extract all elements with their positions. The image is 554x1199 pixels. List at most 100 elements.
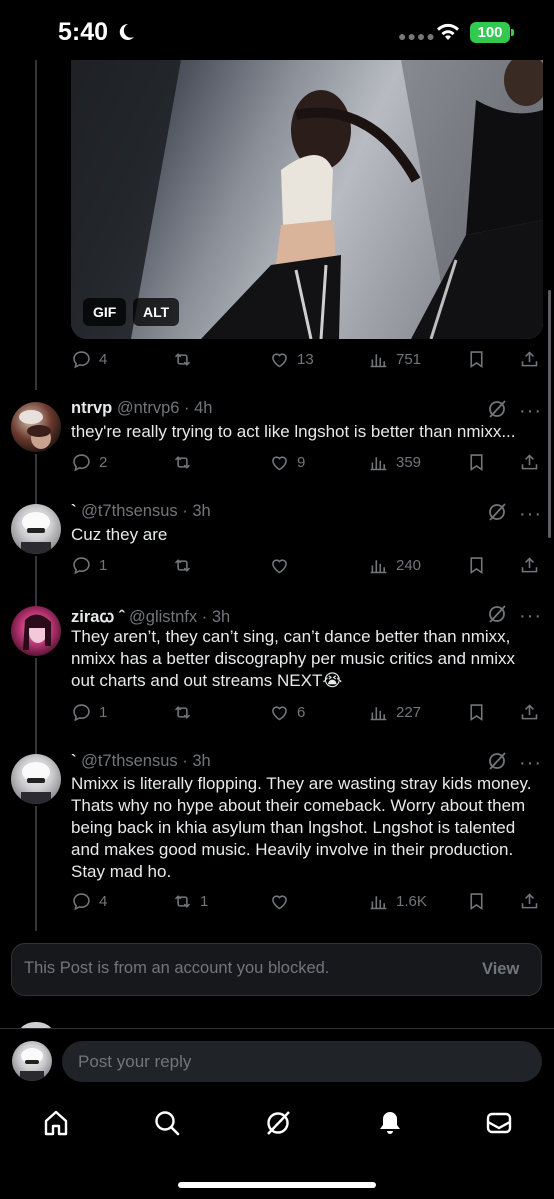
repost-button[interactable]	[172, 347, 200, 371]
share-button[interactable]	[519, 450, 540, 474]
avatar[interactable]	[11, 606, 61, 656]
post-actions: 4 13 751	[71, 347, 543, 371]
view-button[interactable]: View	[482, 960, 519, 979]
notifications-icon[interactable]	[375, 1108, 405, 1138]
post-text: Nmixx is literally flopping. They are wa…	[71, 774, 532, 881]
battery-tip	[511, 29, 514, 36]
reply-count: 1	[99, 703, 108, 721]
handle[interactable]: @glistnfx	[129, 608, 197, 626]
post-header: ziraꞷ ˆ @glistnfx · 3h	[71, 608, 231, 626]
scrollbar[interactable]	[548, 290, 551, 538]
repost-count: 1	[200, 892, 209, 910]
home-indicator	[178, 1182, 376, 1188]
repost-icon	[174, 705, 191, 719]
avatar-image	[23, 614, 51, 650]
handle[interactable]: @ntrvp6	[117, 399, 180, 417]
post-text: They aren’t, they can’t sing, can’t danc…	[71, 627, 516, 690]
repost-icon	[174, 455, 191, 469]
reply-composer: Post your reply	[0, 1028, 554, 1094]
reply-count: 2	[99, 453, 108, 471]
reply-icon	[73, 556, 90, 574]
grok-icon[interactable]	[486, 603, 508, 625]
views-button[interactable]: 359	[368, 450, 421, 474]
share-button[interactable]	[519, 700, 540, 724]
wifi-icon	[437, 23, 459, 40]
reply-button[interactable]: 1	[71, 553, 107, 577]
repost-icon	[174, 894, 191, 908]
views-button[interactable]: 240	[368, 553, 421, 577]
views-button[interactable]: 227	[368, 700, 421, 724]
home-icon[interactable]	[41, 1108, 71, 1138]
search-icon[interactable]	[152, 1108, 182, 1138]
share-button[interactable]	[519, 347, 540, 371]
avatar[interactable]	[11, 754, 61, 804]
share-icon	[521, 556, 538, 572]
avatar[interactable]	[11, 402, 61, 452]
like-button[interactable]: 13	[269, 347, 314, 371]
post-time: 3h	[192, 502, 211, 520]
bookmark-button[interactable]	[466, 450, 487, 474]
user-avatar[interactable]	[12, 1041, 52, 1081]
avatar-image	[19, 410, 51, 449]
reply-icon	[73, 350, 90, 368]
like-button[interactable]	[269, 553, 297, 577]
messages-icon[interactable]	[484, 1108, 514, 1138]
views-button[interactable]: 751	[368, 347, 421, 371]
share-icon	[521, 350, 538, 366]
reply-icon	[73, 453, 90, 471]
like-count: 13	[297, 350, 314, 368]
like-button[interactable]: 6	[269, 700, 305, 724]
repost-button[interactable]	[172, 700, 200, 724]
share-button[interactable]	[519, 889, 540, 913]
grok-icon[interactable]	[486, 398, 508, 420]
avatar[interactable]	[11, 504, 61, 554]
like-button[interactable]: 9	[269, 450, 305, 474]
post-actions: 1 240	[71, 553, 543, 577]
repost-button[interactable]: 1	[172, 889, 208, 913]
grok-icon[interactable]	[263, 1108, 293, 1138]
display-name[interactable]: `	[71, 502, 77, 520]
reply-button[interactable]: 1	[71, 700, 107, 724]
post-header: ` @t7thsensus · 3h	[71, 502, 211, 520]
grok-icon[interactable]	[486, 501, 508, 523]
reply-icon	[73, 703, 90, 721]
handle[interactable]: @t7thsensus	[81, 752, 178, 770]
reply-button[interactable]: 4	[71, 347, 107, 371]
bookmark-button[interactable]	[466, 889, 487, 913]
thread-line	[35, 60, 37, 390]
post-header: ` @t7thsensus · 3h	[71, 752, 211, 770]
display-name[interactable]: ntrvp	[71, 399, 112, 417]
bookmark-icon	[470, 453, 483, 471]
bookmark-button[interactable]	[466, 347, 487, 371]
share-icon	[521, 892, 538, 908]
views-icon	[370, 706, 387, 720]
views-count: 751	[396, 350, 422, 368]
like-button[interactable]	[269, 889, 297, 913]
repost-button[interactable]	[172, 553, 200, 577]
bookmark-button[interactable]	[466, 553, 487, 577]
post-media-gif[interactable]: GIF ALT	[71, 60, 543, 339]
bookmark-button[interactable]	[466, 700, 487, 724]
views-button[interactable]: 1.6K	[368, 889, 427, 913]
reply-count: 4	[99, 350, 108, 368]
like-count: 6	[297, 703, 306, 721]
display-name[interactable]: ziraꞷ ˆ	[71, 608, 124, 626]
battery-indicator: 100	[470, 22, 510, 43]
share-button[interactable]	[519, 553, 540, 577]
post-time: 3h	[192, 752, 211, 770]
views-count: 1.6K	[396, 892, 427, 910]
views-icon	[370, 456, 387, 470]
heart-icon	[272, 455, 287, 470]
display-name[interactable]: `	[71, 752, 77, 770]
thread-line	[35, 806, 37, 931]
reply-button[interactable]: 2	[71, 450, 107, 474]
handle[interactable]: @t7thsensus	[81, 502, 178, 520]
thread-line	[35, 556, 37, 606]
reply-input[interactable]: Post your reply	[62, 1041, 542, 1082]
reply-button[interactable]: 4	[71, 889, 107, 913]
alt-badge[interactable]: ALT	[133, 298, 180, 326]
grok-icon[interactable]	[486, 750, 508, 772]
like-count: 9	[297, 453, 306, 471]
avatar-image	[21, 762, 51, 804]
repost-button[interactable]	[172, 450, 200, 474]
